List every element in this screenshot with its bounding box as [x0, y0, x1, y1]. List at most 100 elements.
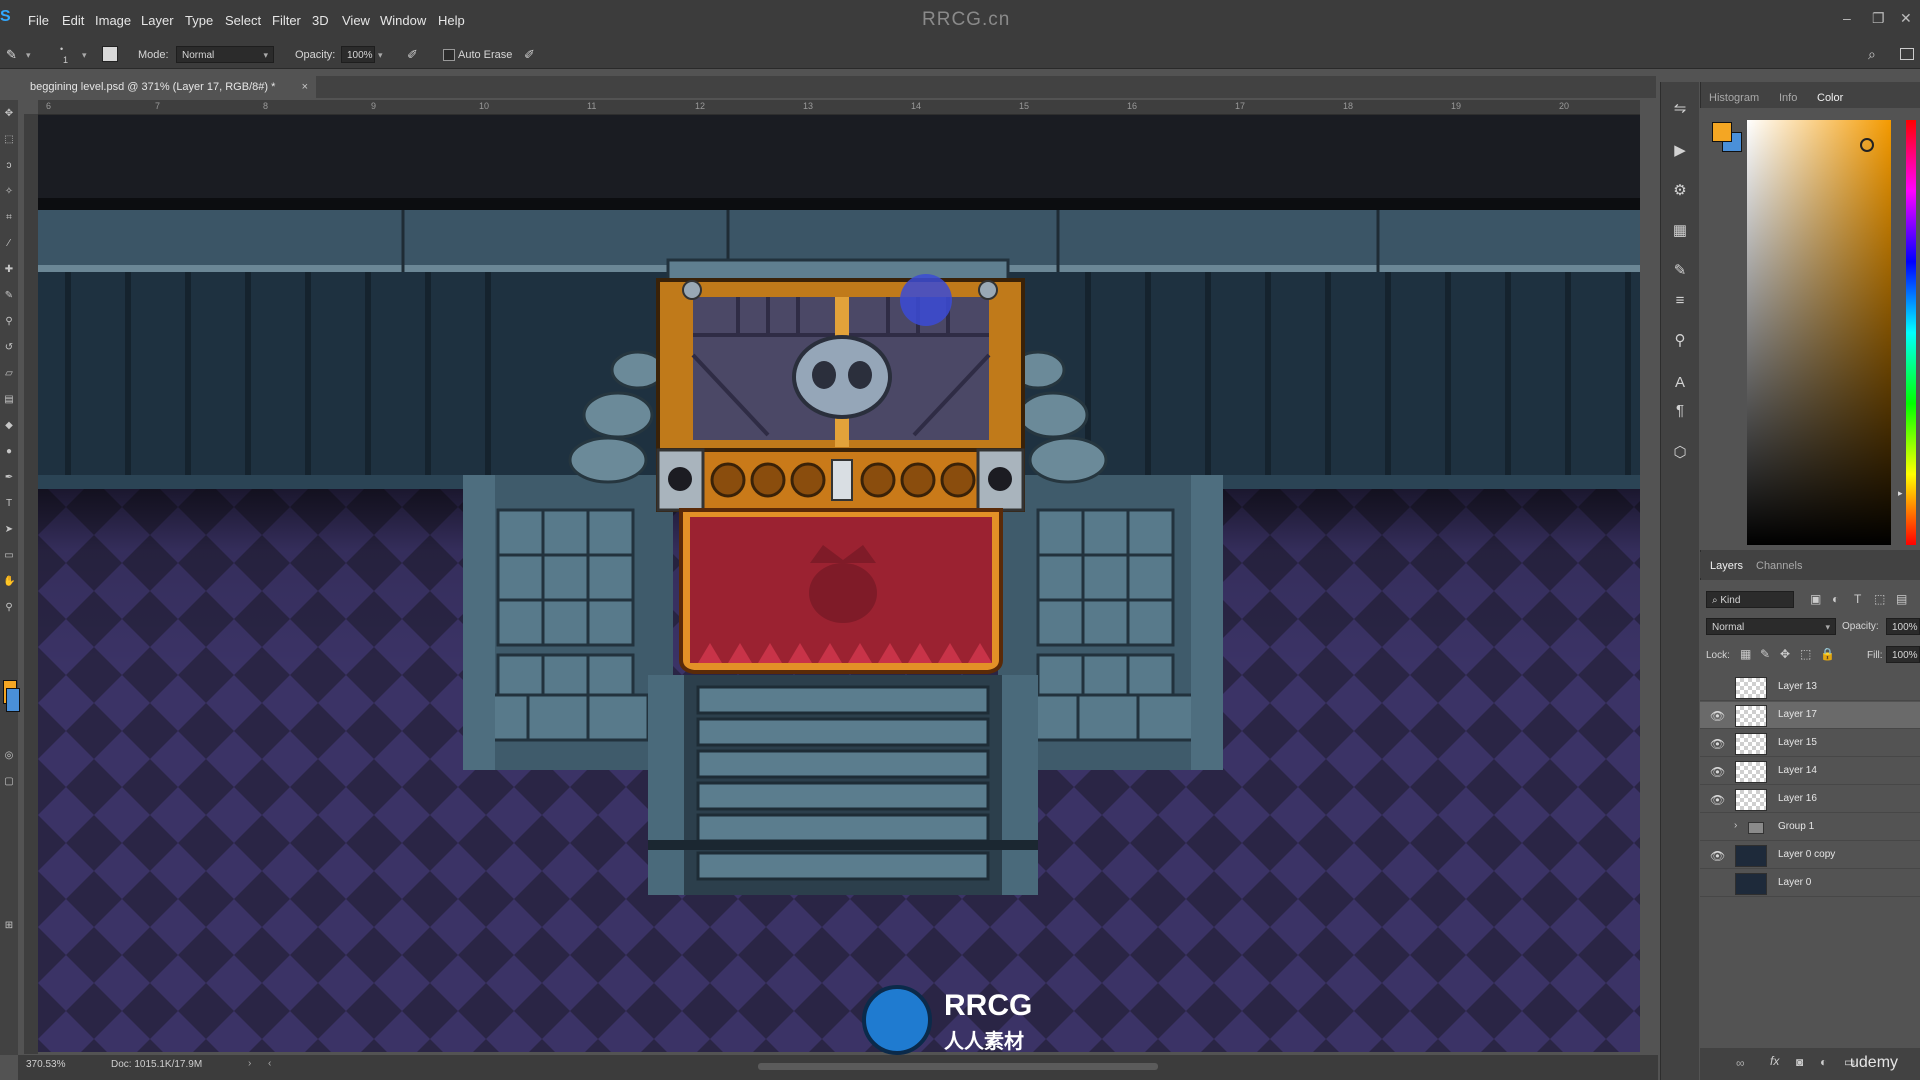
eyedropper-tool-icon[interactable]: ⁄ — [3, 238, 15, 250]
visibility-eye-icon[interactable]: 👁 — [1710, 709, 1725, 723]
tool-preset-chevron-icon[interactable]: ▾ — [26, 50, 31, 61]
foreground-swatch[interactable] — [1712, 122, 1732, 142]
brush-chevron-icon[interactable]: ▾ — [82, 50, 87, 61]
lock-artboard-icon[interactable]: ⬚ — [1800, 647, 1811, 661]
layer-row[interactable]: 👁 Layer 17 — [1700, 702, 1920, 729]
tab-channels[interactable]: Channels — [1756, 560, 1802, 572]
status-arrow-icon[interactable]: › — [248, 1058, 251, 1069]
hand-tool-icon[interactable]: ✋ — [3, 576, 15, 588]
pencil-tool-button-icon[interactable]: ✎ — [3, 290, 15, 302]
marquee-tool-icon[interactable]: ⬚ — [3, 134, 15, 146]
background-color-swatch[interactable] — [6, 688, 20, 712]
character-panel-icon[interactable]: A — [1671, 374, 1689, 392]
pressure-size-icon[interactable]: ✐ — [524, 47, 535, 63]
menu-3d[interactable]: 3D — [312, 13, 329, 28]
filter-smart-object-icon[interactable]: ▤ — [1896, 592, 1907, 606]
opacity-input[interactable]: 100% — [341, 46, 375, 63]
menu-edit[interactable]: Edit — [62, 13, 84, 28]
adjustments-icon[interactable]: ≡ — [1671, 292, 1689, 310]
layer-opacity-input[interactable]: 100% — [1886, 618, 1920, 635]
color-picker-ring-icon[interactable] — [1860, 138, 1874, 152]
healing-tool-icon[interactable]: ✚ — [3, 264, 15, 276]
zoom-tool-icon[interactable]: ⚲ — [3, 602, 15, 614]
scroll-left-icon[interactable]: ‹ — [268, 1058, 271, 1069]
lock-all-icon[interactable]: 🔒 — [1820, 647, 1835, 661]
menu-file[interactable]: File — [28, 13, 49, 28]
lasso-tool-icon[interactable]: ↄ — [3, 160, 15, 172]
airbrush-pressure-icon[interactable]: ✐ — [407, 47, 418, 63]
brush-panel-toggle-icon[interactable] — [102, 46, 118, 62]
workspace-icon[interactable] — [1900, 48, 1914, 60]
crop-tool-icon[interactable]: ⌗ — [3, 212, 15, 224]
gradient-tool-icon[interactable]: ▤ — [3, 394, 15, 406]
dodge-tool-icon[interactable]: ● — [3, 446, 15, 458]
layer-row[interactable]: 👁 Layer 16 — [1700, 786, 1920, 813]
group-expand-chevron-icon[interactable]: › — [1734, 820, 1737, 831]
3d-panel-icon[interactable]: ⬡ — [1671, 444, 1689, 462]
close-tab-icon[interactable]: × — [302, 76, 308, 98]
type-tool-icon[interactable]: T — [3, 498, 15, 510]
visibility-eye-icon[interactable]: 👁 — [1710, 737, 1725, 751]
menu-window[interactable]: Window — [380, 13, 426, 28]
menu-select[interactable]: Select — [225, 13, 261, 28]
link-layers-icon[interactable]: ∞ — [1736, 1056, 1745, 1070]
lock-transparent-icon[interactable]: ▦ — [1740, 647, 1751, 661]
paragraph-panel-icon[interactable]: ¶ — [1671, 402, 1689, 420]
eraser-tool-icon[interactable]: ▱ — [3, 368, 15, 380]
zoom-level[interactable]: 370.53% — [26, 1059, 65, 1070]
swatches-grid-icon[interactable]: ▦ — [1671, 222, 1689, 240]
tab-info[interactable]: Info — [1779, 92, 1797, 104]
layer-row[interactable]: 👁 Layer 0 copy — [1700, 842, 1920, 869]
hue-slider-arrow-icon[interactable]: ▸ — [1898, 488, 1903, 499]
stamp-tool-icon[interactable]: ⚲ — [3, 316, 15, 328]
color-field[interactable] — [1747, 120, 1891, 545]
menu-help[interactable]: Help — [438, 13, 465, 28]
screen-mode-icon[interactable]: ▢ — [3, 776, 15, 788]
horizontal-scrollbar[interactable] — [758, 1063, 1158, 1070]
visibility-eye-icon[interactable]: 👁 — [1710, 765, 1725, 779]
filter-type-icon[interactable]: T — [1854, 592, 1861, 606]
menu-filter[interactable]: Filter — [272, 13, 301, 28]
pencil-tool-icon[interactable]: ✎ — [6, 47, 17, 63]
new-adjustment-icon[interactable]: ◐ — [1820, 1055, 1827, 1069]
photoshop-logo-icon[interactable]: S — [0, 8, 14, 34]
path-select-tool-icon[interactable]: ➤ — [3, 524, 15, 536]
search-icon[interactable]: ⌕ — [1868, 46, 1876, 63]
brush-size-value[interactable]: 1 — [63, 55, 68, 65]
menu-layer[interactable]: Layer — [141, 13, 174, 28]
lock-position-icon[interactable]: ✥ — [1780, 647, 1790, 661]
add-mask-icon[interactable]: ◙ — [1796, 1055, 1803, 1069]
move-tool-icon[interactable]: ✥ — [3, 108, 15, 120]
lock-image-icon[interactable]: ✎ — [1760, 647, 1770, 661]
layer-row[interactable]: › Group 1 — [1700, 814, 1920, 841]
restore-icon[interactable]: ❐ — [1872, 10, 1885, 27]
menu-image[interactable]: Image — [95, 13, 131, 28]
fx-icon[interactable]: fx — [1770, 1054, 1779, 1068]
opacity-chevron-icon[interactable]: ▾ — [378, 50, 383, 61]
layer-row[interactable]: Layer 0 — [1700, 870, 1920, 897]
hue-slider[interactable] — [1906, 120, 1916, 545]
shape-tool-icon[interactable]: ▭ — [3, 550, 15, 562]
document-tab[interactable]: beggining level.psd @ 371% (Layer 17, RG… — [16, 76, 316, 98]
auto-erase-checkbox[interactable] — [443, 49, 455, 61]
fill-input[interactable]: 100% — [1886, 646, 1920, 663]
clone-source-icon[interactable]: ⚲ — [1671, 332, 1689, 350]
pen-tool-icon[interactable]: ✒ — [3, 472, 15, 484]
filter-shape-icon[interactable]: ⬚ — [1874, 592, 1885, 606]
layer-row[interactable]: Layer 13 — [1700, 674, 1920, 701]
tab-color[interactable]: Color — [1817, 92, 1843, 104]
quick-mask-icon[interactable]: ◎ — [3, 750, 15, 762]
layer-kind-filter[interactable]: ⌕ Kind — [1706, 591, 1794, 608]
menu-type[interactable]: Type — [185, 13, 213, 28]
filter-adjustment-icon[interactable]: ◐ — [1832, 592, 1839, 606]
close-window-icon[interactable]: ✕ — [1900, 10, 1912, 27]
menu-view[interactable]: View — [342, 13, 370, 28]
tab-histogram[interactable]: Histogram — [1709, 92, 1759, 104]
ruler-guide-icon[interactable]: ⊞ — [3, 920, 15, 932]
visibility-eye-icon[interactable]: 👁 — [1710, 793, 1725, 807]
document-canvas[interactable] — [38, 115, 1640, 1052]
filter-pixel-icon[interactable]: ▣ — [1810, 592, 1821, 606]
quick-select-tool-icon[interactable]: ✧ — [3, 186, 15, 198]
visibility-eye-icon[interactable]: 👁 — [1710, 849, 1725, 863]
layer-blend-mode-select[interactable]: Normal ▾ — [1706, 618, 1836, 635]
